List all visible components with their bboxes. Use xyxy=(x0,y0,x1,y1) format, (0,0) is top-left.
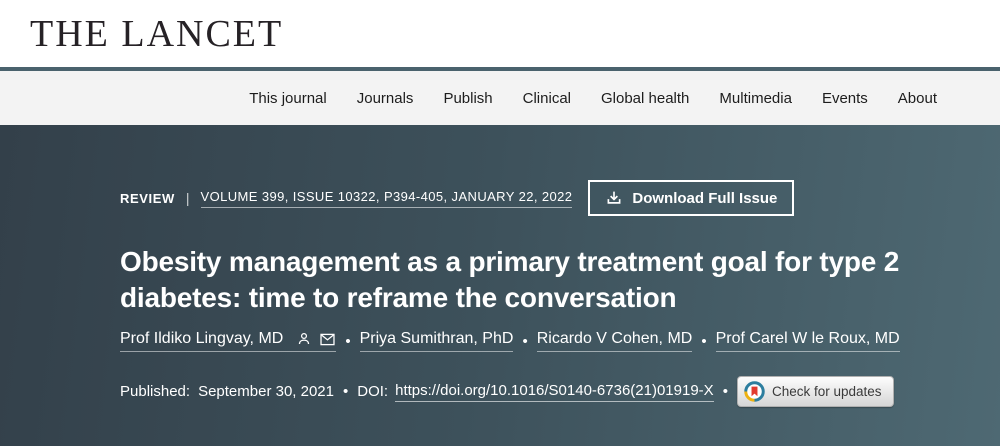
nav-item-multimedia[interactable]: Multimedia xyxy=(719,90,792,107)
article-header: REVIEW | VOLUME 399, ISSUE 10322, P394-4… xyxy=(0,125,1000,446)
author-link-cohen[interactable]: Ricardo V Cohen, MD xyxy=(537,330,693,352)
envelope-icon[interactable] xyxy=(319,332,336,347)
nav-item-journals[interactable]: Journals xyxy=(357,90,414,107)
author-link-lingvay[interactable]: Prof Ildiko Lingvay, MD xyxy=(120,330,336,352)
author-contact-icons xyxy=(296,331,336,347)
author-link-sumithran[interactable]: Priya Sumithran, PhD xyxy=(360,330,514,352)
author-separator: • xyxy=(345,333,350,350)
check-for-updates-badge[interactable]: Check for updates xyxy=(737,376,894,407)
main-nav: This journal Journals Publish Clinical G… xyxy=(0,71,1000,125)
article-meta: REVIEW | VOLUME 399, ISSUE 10322, P394-4… xyxy=(120,180,960,216)
author-separator: • xyxy=(522,333,527,350)
nav-item-global-health[interactable]: Global health xyxy=(601,90,689,107)
crossmark-label: Check for updates xyxy=(772,384,882,399)
nav-item-events[interactable]: Events xyxy=(822,90,868,107)
author-list: Prof Ildiko Lingvay, MD • Priya Sumithra… xyxy=(120,330,960,352)
published-date: September 30, 2021 xyxy=(198,383,334,400)
person-icon[interactable] xyxy=(296,331,312,347)
publish-info: Published: September 30, 2021 • DOI: htt… xyxy=(120,376,960,407)
article-title: Obesity management as a primary treatmen… xyxy=(120,244,960,316)
article-type-label: REVIEW xyxy=(120,191,175,206)
brand-bar: THE LANCET xyxy=(0,0,1000,67)
published-label: Published: xyxy=(120,383,190,400)
meta-pipe-separator: | xyxy=(186,190,190,206)
nav-item-clinical[interactable]: Clinical xyxy=(523,90,571,107)
nav-item-publish[interactable]: Publish xyxy=(443,90,492,107)
download-icon xyxy=(605,189,623,207)
doi-label: DOI: xyxy=(357,383,388,400)
author-link-leroux[interactable]: Prof Carel W le Roux, MD xyxy=(716,330,900,352)
issue-link[interactable]: VOLUME 399, ISSUE 10322, P394-405, JANUA… xyxy=(201,189,573,208)
publish-separator: • xyxy=(723,383,728,400)
lancet-logo[interactable]: THE LANCET xyxy=(30,12,283,56)
download-full-issue-button[interactable]: Download Full Issue xyxy=(588,180,794,216)
author-name: Prof Ildiko Lingvay, MD xyxy=(120,330,283,348)
crossmark-logo-icon xyxy=(744,381,765,402)
nav-item-about[interactable]: About xyxy=(898,90,937,107)
nav-item-this-journal[interactable]: This journal xyxy=(249,90,327,107)
doi-link[interactable]: https://doi.org/10.1016/S0140-6736(21)01… xyxy=(395,382,714,402)
publish-separator: • xyxy=(343,383,348,400)
author-separator: • xyxy=(701,333,706,350)
download-button-label: Download Full Issue xyxy=(632,190,777,207)
